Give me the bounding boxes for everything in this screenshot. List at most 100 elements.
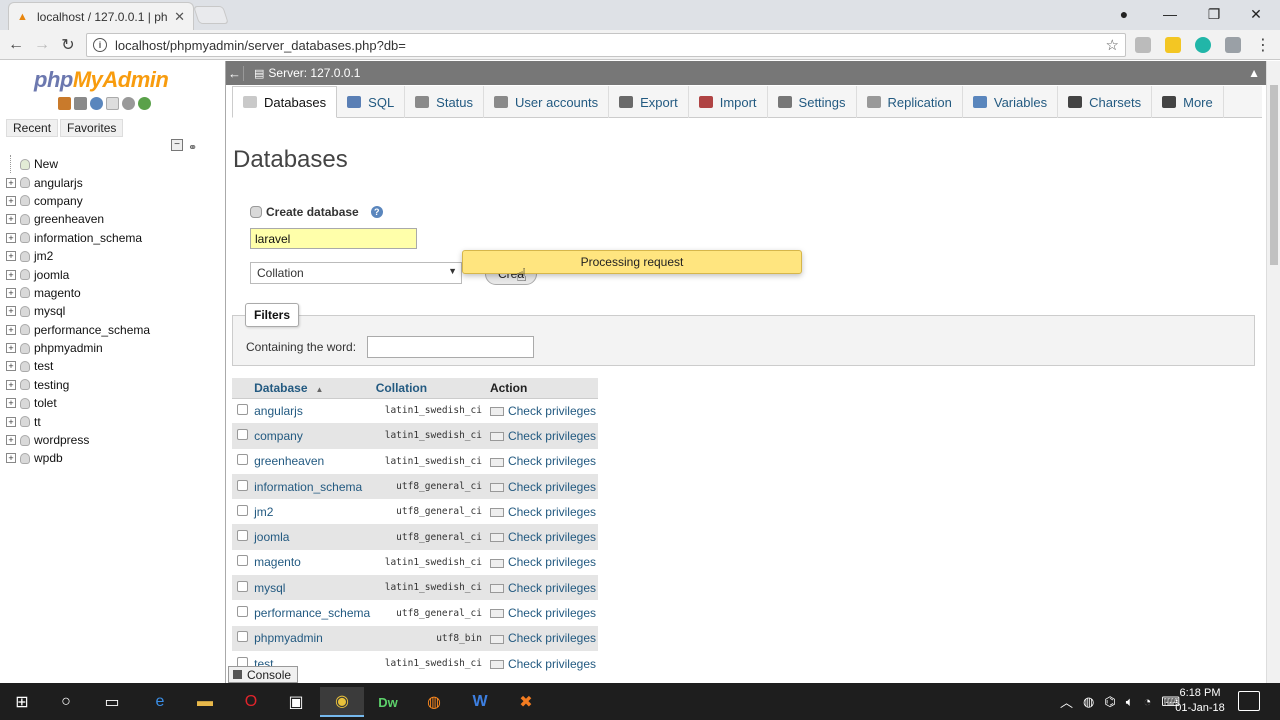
check-privileges-link[interactable]: Check privileges <box>488 550 598 575</box>
row-checkbox[interactable] <box>236 504 248 516</box>
reload-icon[interactable]: ↻ <box>57 34 79 56</box>
check-privileges-link[interactable]: Check privileges <box>488 651 598 676</box>
expand-icon[interactable]: + <box>6 435 16 446</box>
check-privileges-link[interactable]: Check privileges <box>488 449 598 474</box>
help-icon[interactable]: ? <box>370 206 383 218</box>
row-checkbox[interactable] <box>236 631 248 643</box>
expand-icon[interactable]: + <box>6 361 16 372</box>
tree-item-wordpress[interactable]: + wordpress <box>6 431 221 449</box>
tree-item-performance_schema[interactable]: + performance_schema <box>6 321 221 339</box>
vertical-scrollbar[interactable] <box>1266 61 1280 683</box>
new-tab-button[interactable] <box>193 6 229 24</box>
tree-item-tt[interactable]: + tt <box>6 412 221 430</box>
expand-icon[interactable]: + <box>6 214 16 225</box>
expand-icon[interactable]: + <box>6 251 16 262</box>
url-input[interactable]: i localhost/phpmyadmin/server_databases.… <box>86 33 1126 57</box>
database-name-link[interactable]: greenheaven <box>252 449 374 474</box>
database-name-link[interactable]: phpmyadmin <box>252 625 374 651</box>
tree-item-magento[interactable]: + magento <box>6 284 221 302</box>
bookmark-star-icon[interactable]: ☆ <box>1106 36 1119 54</box>
profile-icon[interactable]: ● <box>1102 0 1146 28</box>
link-with-main-icon[interactable]: ⚭ <box>188 141 197 154</box>
word-icon[interactable]: W <box>458 687 502 717</box>
tree-item-mysql[interactable]: + mysql <box>6 302 221 320</box>
database-name-link[interactable]: joomla <box>252 524 374 550</box>
menu-icon[interactable]: ⋮ <box>1252 34 1274 56</box>
chrome-icon[interactable]: ◉ <box>320 687 364 717</box>
database-column-header[interactable]: Database ▲ <box>252 378 374 399</box>
network-icon[interactable]: ⌬ <box>1104 694 1115 710</box>
check-privileges-link[interactable]: Check privileges <box>488 499 598 524</box>
tab-export[interactable]: Export <box>609 86 689 118</box>
row-checkbox[interactable] <box>236 530 248 542</box>
expand-icon[interactable]: + <box>6 287 16 298</box>
expand-icon[interactable]: + <box>6 453 16 464</box>
file-explorer-icon[interactable]: ▬ <box>183 687 227 717</box>
xampp-icon[interactable]: ✖ <box>504 687 548 717</box>
console-toggle[interactable]: Console <box>228 666 298 683</box>
edge-icon[interactable]: e <box>138 687 182 717</box>
collapse-nav-icon[interactable]: ← <box>226 65 244 81</box>
tree-item-wpdb[interactable]: + wpdb <box>6 449 221 467</box>
check-privileges-link[interactable]: Check privileges <box>487 575 598 601</box>
database-name-input[interactable] <box>250 228 417 249</box>
database-name-link[interactable]: magento <box>252 550 374 575</box>
expand-icon[interactable]: + <box>6 195 16 206</box>
action-center-icon[interactable] <box>1238 691 1260 711</box>
tree-item-company[interactable]: + company <box>6 192 221 210</box>
expand-icon[interactable]: + <box>6 416 16 427</box>
database-name-link[interactable]: mysql <box>252 575 374 601</box>
row-checkbox[interactable] <box>236 479 248 491</box>
dreamweaver-icon[interactable]: Dw <box>366 687 410 717</box>
tab-import[interactable]: Import <box>689 86 768 118</box>
tray-app-icon[interactable]: ◍ <box>1083 694 1094 710</box>
expand-icon[interactable]: + <box>6 343 16 354</box>
row-checkbox[interactable] <box>236 428 248 440</box>
row-checkbox[interactable] <box>236 555 248 567</box>
docs-icon[interactable] <box>106 97 119 110</box>
database-name-link[interactable]: company <box>252 423 374 449</box>
site-info-icon[interactable]: i <box>93 38 107 52</box>
server-label[interactable]: Server: 127.0.0.1 <box>268 66 360 80</box>
database-name-link[interactable]: information_schema <box>252 473 374 500</box>
tree-item-test[interactable]: + test <box>6 357 221 375</box>
row-checkbox[interactable] <box>236 580 248 592</box>
task-view-icon[interactable]: ▭ <box>90 687 134 717</box>
expand-icon[interactable]: + <box>6 232 16 243</box>
row-checkbox[interactable] <box>236 403 248 415</box>
recent-tab[interactable]: Recent <box>6 119 59 137</box>
forward-icon[interactable]: → <box>31 34 53 56</box>
phpmyadmin-logo[interactable]: phpMyAdmin <box>34 67 169 93</box>
database-name-link[interactable]: performance_schema <box>252 600 374 625</box>
tab-variables[interactable]: Variables <box>963 86 1059 118</box>
expand-icon[interactable]: + <box>6 269 16 280</box>
settings-icon[interactable] <box>122 97 135 110</box>
grammarly-extension-icon[interactable] <box>1195 37 1211 53</box>
tree-item-information_schema[interactable]: + information_schema <box>6 229 221 247</box>
tree-item-joomla[interactable]: + joomla <box>6 265 221 283</box>
tree-item-new[interactable]: New <box>6 155 221 174</box>
wifi-icon[interactable]: ◔ <box>1144 694 1152 709</box>
close-tab-icon[interactable]: ✕ <box>174 9 185 25</box>
expand-icon[interactable]: + <box>6 398 16 409</box>
database-name-link[interactable]: jm2 <box>252 499 374 524</box>
clock[interactable]: 6:18 PM 01-Jan-18 <box>1172 686 1228 716</box>
opera-icon[interactable]: O <box>229 687 273 717</box>
check-privileges-link[interactable]: Check privileges <box>488 398 598 423</box>
volume-icon[interactable]: 🔈︎ <box>1126 694 1134 710</box>
tree-item-jm2[interactable]: + jm2 <box>6 247 221 265</box>
tab-sql[interactable]: SQL <box>337 86 406 118</box>
expand-icon[interactable]: + <box>6 379 16 390</box>
database-name-link[interactable]: angularjs <box>252 398 374 423</box>
check-privileges-link[interactable]: Check privileges <box>488 600 598 625</box>
tab-replication[interactable]: Replication <box>857 86 963 118</box>
tab-more[interactable]: More <box>1152 86 1224 118</box>
tab-status[interactable]: Status <box>405 86 485 118</box>
help-icon[interactable] <box>90 97 103 110</box>
tree-item-tolet[interactable]: + tolet <box>6 394 221 412</box>
tab-databases[interactable]: Databases <box>232 86 338 118</box>
store-icon[interactable]: ▣ <box>274 687 318 717</box>
row-checkbox[interactable] <box>236 606 248 618</box>
scroll-top-icon[interactable]: ▲ <box>1248 66 1260 80</box>
extension-icon[interactable] <box>1165 37 1181 53</box>
